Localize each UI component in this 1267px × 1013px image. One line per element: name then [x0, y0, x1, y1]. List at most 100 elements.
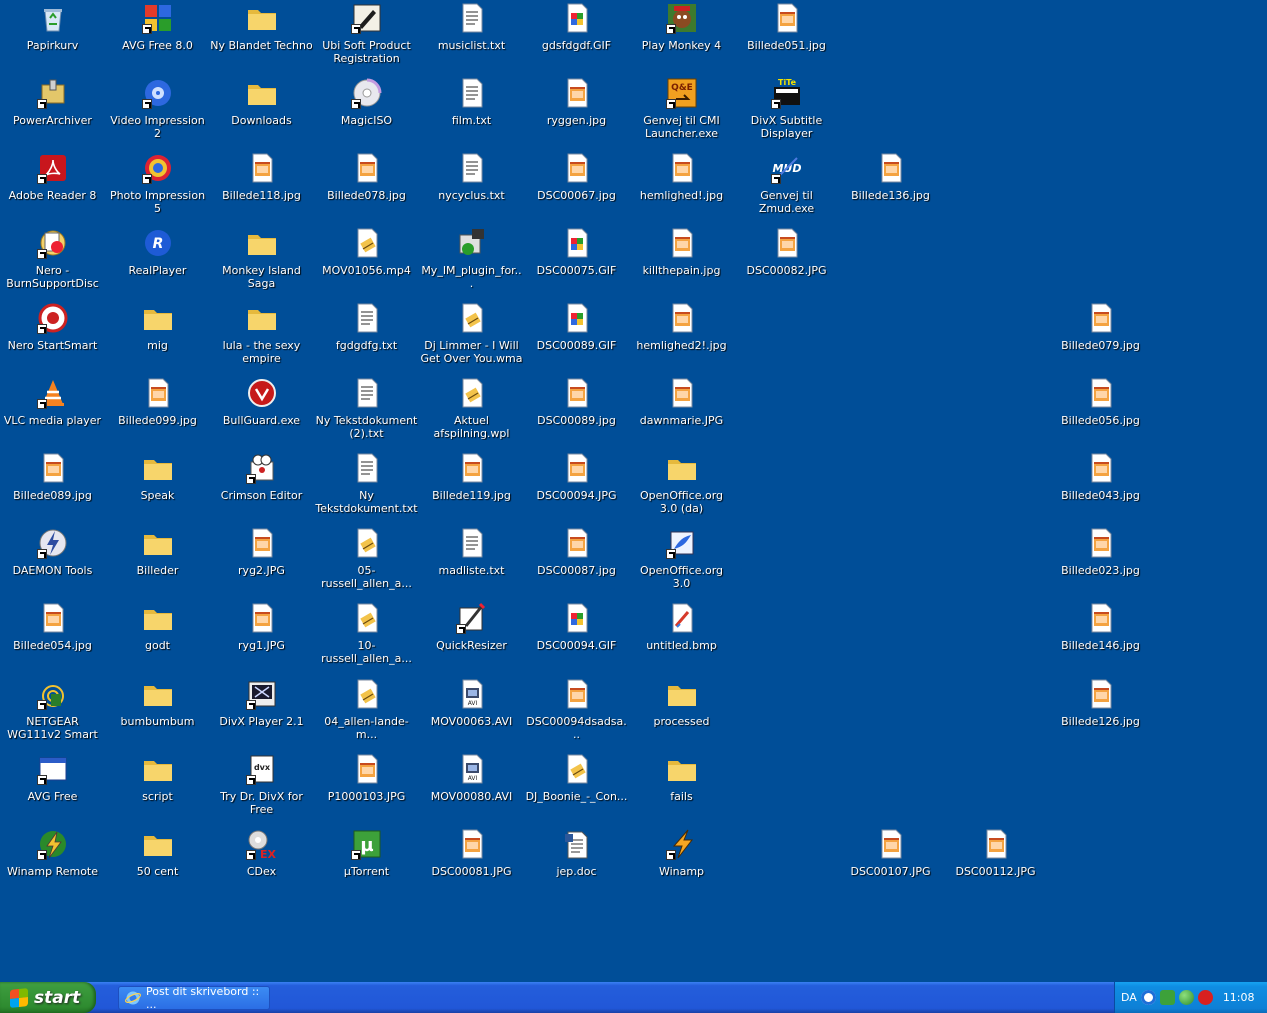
- desktop-icon[interactable]: 10-russell_allen_a...: [314, 600, 419, 675]
- desktop-icon[interactable]: DSC00094.JPG: [524, 450, 629, 525]
- desktop-icon[interactable]: bumbumbum: [105, 676, 210, 751]
- desktop-icon[interactable]: DSC00089.GIF: [524, 300, 629, 375]
- desktop-icon[interactable]: QuickResizer: [419, 600, 524, 675]
- desktop-icon[interactable]: OpenOffice.org 3.0: [629, 525, 734, 600]
- desktop-icon[interactable]: 05-russell_allen_a...: [314, 525, 419, 600]
- desktop-icon[interactable]: AVI MOV00063.AVI: [419, 676, 524, 751]
- language-indicator[interactable]: DA: [1121, 991, 1137, 1004]
- desktop-icon[interactable]: film.txt: [419, 75, 524, 150]
- desktop-icon[interactable]: Billede146.jpg: [1048, 600, 1153, 675]
- desktop-icon[interactable]: Play Monkey 4: [629, 0, 734, 75]
- desktop-icon[interactable]: MagicISO: [314, 75, 419, 150]
- desktop-icon[interactable]: DSC00067.jpg: [524, 150, 629, 225]
- desktop-icon[interactable]: ryg2.JPG: [209, 525, 314, 600]
- desktop-icon[interactable]: DivX Player 2.1: [209, 676, 314, 751]
- desktop-icon[interactable]: godt: [105, 600, 210, 675]
- desktop-icon[interactable]: script: [105, 751, 210, 826]
- desktop-icon[interactable]: AVG Free 8.0: [105, 0, 210, 75]
- desktop-icon[interactable]: AVI MOV00080.AVI: [419, 751, 524, 826]
- desktop-icon[interactable]: dvx Try Dr. DivX for Free: [209, 751, 314, 826]
- desktop-icon[interactable]: TiTe DivX Subtitle Displayer: [734, 75, 839, 150]
- desktop-icon[interactable]: lula - the sexy empire: [209, 300, 314, 375]
- desktop-icon[interactable]: DSC00087.jpg: [524, 525, 629, 600]
- desktop-icon[interactable]: Papirkurv: [0, 0, 105, 75]
- desktop-icon[interactable]: Dj Limmer - I Will Get Over You.wma: [419, 300, 524, 375]
- desktop-icon[interactable]: DSC00082.JPG: [734, 225, 839, 300]
- taskbar-window-button[interactable]: Post dit skrivebord :: ...: [118, 985, 270, 1011]
- desktop-icon[interactable]: processed: [629, 676, 734, 751]
- desktop-icon[interactable]: fgdgdfg.txt: [314, 300, 419, 375]
- desktop-icon[interactable]: Aktuel afspilning.wpl: [419, 375, 524, 450]
- desktop-icon[interactable]: Billede079.jpg: [1048, 300, 1153, 375]
- desktop-icon[interactable]: Billeder: [105, 525, 210, 600]
- desktop-icon[interactable]: Nero - BurnSupportDisc: [0, 225, 105, 300]
- desktop-icon[interactable]: killthepain.jpg: [629, 225, 734, 300]
- desktop-icon[interactable]: gdsfdgdf.GIF: [524, 0, 629, 75]
- desktop-icon[interactable]: AVG Free: [0, 751, 105, 826]
- desktop-icon[interactable]: nycyclus.txt: [419, 150, 524, 225]
- desktop-icon[interactable]: Ny Tekstdokument.txt: [314, 450, 419, 525]
- desktop-icon[interactable]: EX CDex: [209, 826, 314, 901]
- desktop-icon[interactable]: Q&E Genvej til CMI Launcher.exe: [629, 75, 734, 150]
- desktop-icon[interactable]: Billede051.jpg: [734, 0, 839, 75]
- desktop-icon[interactable]: madliste.txt: [419, 525, 524, 600]
- desktop-icon[interactable]: NETGEAR WG111v2 Smart Wizard: [0, 676, 105, 751]
- antivirus-icon[interactable]: [1197, 990, 1213, 1005]
- desktop-icon[interactable]: Billede089.jpg: [0, 450, 105, 525]
- desktop-icon[interactable]: hemlighed!.jpg: [629, 150, 734, 225]
- desktop-icon[interactable]: ryg1.JPG: [209, 600, 314, 675]
- desktop-icon[interactable]: Winamp Remote: [0, 826, 105, 901]
- desktop-icon[interactable]: Billede118.jpg: [209, 150, 314, 225]
- desktop-icon[interactable]: PowerArchiver: [0, 75, 105, 150]
- desktop-icon[interactable]: 50 cent: [105, 826, 210, 901]
- desktop-icon[interactable]: Billede119.jpg: [419, 450, 524, 525]
- network-icon[interactable]: [1140, 990, 1156, 1005]
- desktop-icon[interactable]: Video Impression 2: [105, 75, 210, 150]
- desktop-icon[interactable]: Billede056.jpg: [1048, 375, 1153, 450]
- desktop-icon[interactable]: Billede023.jpg: [1048, 525, 1153, 600]
- desktop-icon[interactable]: untitled.bmp: [629, 600, 734, 675]
- desktop-icon[interactable]: DSC00112.JPG: [943, 826, 1048, 901]
- desktop-icon[interactable]: Ubi Soft Product Registration: [314, 0, 419, 75]
- desktop-icon[interactable]: Speak: [105, 450, 210, 525]
- desktop-icon[interactable]: Downloads: [209, 75, 314, 150]
- desktop-icon[interactable]: DSC00094.GIF: [524, 600, 629, 675]
- msn-icon[interactable]: [1178, 990, 1194, 1005]
- desktop-icon[interactable]: Crimson Editor: [209, 450, 314, 525]
- desktop-icon[interactable]: DSC00081.JPG: [419, 826, 524, 901]
- desktop-icon[interactable]: µ µTorrent: [314, 826, 419, 901]
- desktop-icon[interactable]: Winamp: [629, 826, 734, 901]
- desktop-icon[interactable]: Monkey Island Saga: [209, 225, 314, 300]
- desktop-icon[interactable]: DSC00075.GIF: [524, 225, 629, 300]
- desktop-icon[interactable]: DSC00094dsadsa...: [524, 676, 629, 751]
- utorrent-tray-icon[interactable]: [1159, 990, 1175, 1005]
- desktop-icon[interactable]: My_IM_plugin_for...: [419, 225, 524, 300]
- desktop-icon[interactable]: Ny Blandet Techno: [209, 0, 314, 75]
- desktop-icon[interactable]: ryggen.jpg: [524, 75, 629, 150]
- desktop-icon[interactable]: DJ_Boonie_-_Con...: [524, 751, 629, 826]
- desktop-icon[interactable]: MUD Genvej til Zmud.exe: [734, 150, 839, 225]
- desktop-icon[interactable]: Adobe Reader 8: [0, 150, 105, 225]
- desktop-icon[interactable]: MOV01056.mp4: [314, 225, 419, 300]
- desktop-icon[interactable]: dawnmarie.JPG: [629, 375, 734, 450]
- desktop-icon[interactable]: fails: [629, 751, 734, 826]
- desktop-icon[interactable]: Billede126.jpg: [1048, 676, 1153, 751]
- start-button[interactable]: start: [0, 982, 96, 1013]
- desktop-icon[interactable]: jep.doc: [524, 826, 629, 901]
- desktop-icon[interactable]: DSC00107.JPG: [838, 826, 943, 901]
- desktop-icon[interactable]: Billede054.jpg: [0, 600, 105, 675]
- desktop-icon[interactable]: Nero StartSmart: [0, 300, 105, 375]
- desktop-icon[interactable]: P1000103.JPG: [314, 751, 419, 826]
- desktop-icon[interactable]: Billede043.jpg: [1048, 450, 1153, 525]
- desktop-icon[interactable]: Ny Tekstdokument (2).txt: [314, 375, 419, 450]
- desktop-icon[interactable]: Billede099.jpg: [105, 375, 210, 450]
- desktop-icon[interactable]: hemlighed2!.jpg: [629, 300, 734, 375]
- desktop-icon[interactable]: DAEMON Tools: [0, 525, 105, 600]
- desktop-icon[interactable]: DSC00089.jpg: [524, 375, 629, 450]
- desktop-icon[interactable]: mig: [105, 300, 210, 375]
- desktop-icon[interactable]: Photo Impression 5: [105, 150, 210, 225]
- desktop-icon[interactable]: Billede078.jpg: [314, 150, 419, 225]
- desktop-icon[interactable]: 04_allen-lande-m...: [314, 676, 419, 751]
- desktop-icon[interactable]: musiclist.txt: [419, 0, 524, 75]
- desktop-icon[interactable]: BullGuard.exe: [209, 375, 314, 450]
